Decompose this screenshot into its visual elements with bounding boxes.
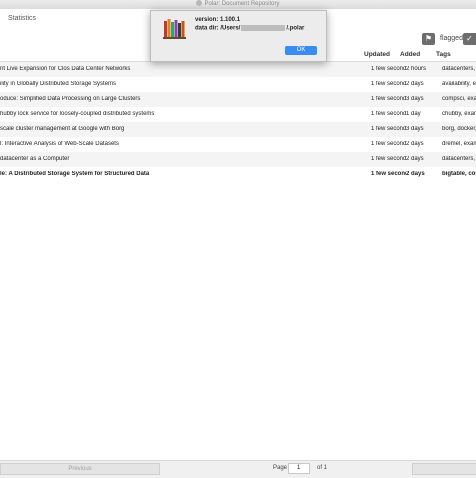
row-title: l: Interactive Analysis of Web-Scale Dat… [0, 141, 119, 147]
flagged-filter-label[interactable]: flagged [440, 35, 463, 42]
row-title: oduce: Simplified Data Processing on Lar… [0, 96, 141, 102]
row-added: 1 day [406, 111, 421, 117]
table-row[interactable]: oduce: Simplified Data Processing on Lar… [0, 92, 476, 107]
redacted-username [241, 25, 286, 31]
previous-button[interactable]: Previous [0, 463, 160, 475]
table-row[interactable]: hubby lock service for loosely-coupled d… [0, 107, 476, 122]
version-text: version: 1.100.1 [195, 17, 241, 23]
row-added: 2 days [406, 81, 424, 87]
row-updated: 1 few seconds [371, 66, 406, 72]
column-header-tags[interactable]: Tags [436, 51, 451, 58]
table-row[interactable]: ility in Globally Distributed Storage Sy… [0, 77, 476, 92]
data-dir-prefix: data dir: /Users/ [195, 25, 241, 32]
page-label: Page [273, 465, 288, 471]
row-updated: 1 few seconds [371, 171, 406, 177]
row-updated: 1 few seconds [371, 81, 406, 87]
row-updated: 1 few seconds [371, 111, 406, 117]
window-title: Polar: Document Repository [0, 0, 476, 9]
table-row[interactable]: datacenter as a Computer 1 few seconds 2… [0, 152, 476, 167]
checkmark-icon[interactable]: ✓ [463, 33, 476, 45]
ok-button[interactable]: OK [285, 46, 317, 55]
row-tags: datacenters, e [442, 156, 476, 162]
row-updated: 1 few seconds [371, 126, 406, 132]
page-number-input[interactable]: 1 [288, 463, 310, 474]
statistics-tab-label: Statistics [8, 15, 37, 22]
next-button[interactable] [412, 463, 476, 475]
document-table: nt Live Expansion for Clos Data Center N… [0, 62, 476, 182]
data-dir-suffix: /.polar [286, 25, 305, 32]
row-updated: 1 few seconds [371, 141, 406, 147]
statistics-tab[interactable]: Statistics [0, 9, 150, 31]
table-row[interactable]: le: A Distributed Storage System for Str… [0, 167, 476, 182]
row-added: 2 hours [406, 66, 427, 72]
row-title: ility in Globally Distributed Storage Sy… [0, 81, 117, 87]
row-added: 3 days [406, 126, 424, 132]
row-tags: datacenters, e [442, 66, 476, 72]
row-tags: chubby, exam [442, 111, 476, 117]
row-tags: bigtable, com [442, 171, 476, 177]
table-row[interactable]: nt Live Expansion for Clos Data Center N… [0, 62, 476, 77]
row-tags: compsci, exar [442, 96, 476, 102]
page-count-label: of 1 [317, 465, 328, 471]
table-row[interactable]: scale cluster management at Google with … [0, 122, 476, 137]
row-updated: 1 few seconds [371, 156, 406, 162]
row-updated: 1 few seconds [371, 96, 406, 102]
row-title: nt Live Expansion for Clos Data Center N… [0, 66, 131, 72]
row-title: datacenter as a Computer [0, 156, 70, 162]
row-tags: availability, ex [442, 81, 476, 87]
row-added: 3 days [406, 96, 424, 102]
row-added: 2 days [406, 156, 424, 162]
table-row[interactable]: l: Interactive Analysis of Web-Scale Dat… [0, 137, 476, 152]
pagination-bar: Previous Page 1 of 1 [0, 460, 476, 478]
row-title: hubby lock service for loosely-coupled d… [0, 111, 155, 117]
window-title-text: Polar: Document Repository [204, 1, 280, 7]
app-icon [196, 0, 203, 7]
data-dir-text: data dir: /Users/ /.polar [195, 25, 304, 32]
row-title: le: A Distributed Storage System for Str… [0, 171, 150, 177]
row-added: 2 days [406, 141, 424, 147]
column-header-added[interactable]: Added [400, 51, 420, 58]
books-icon [163, 19, 186, 39]
row-tags: dremel, exam [442, 141, 476, 147]
row-tags: borg, docker, g [442, 126, 476, 132]
column-header-updated[interactable]: Updated [364, 51, 390, 58]
about-dialog: version: 1.100.1 data dir: /Users/ /.pola… [150, 10, 327, 62]
row-added: 2 days [406, 171, 425, 177]
flag-icon[interactable]: ⚑ [422, 33, 435, 45]
row-title: scale cluster management at Google with … [0, 126, 125, 132]
